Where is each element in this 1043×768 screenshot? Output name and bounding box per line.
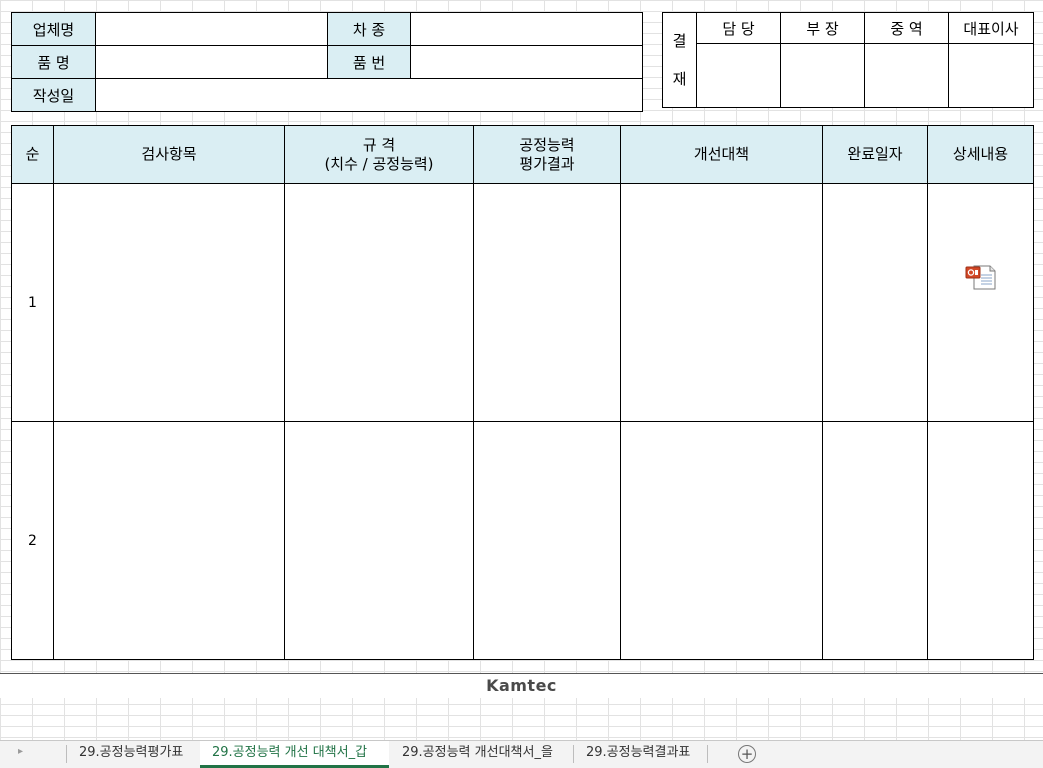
part-no-label: 품 번 [327,45,411,79]
brand-logo: Kamtec [486,676,557,695]
header-capability: 공정능력 평가결과 [473,125,621,184]
approval-label: 결 재 [662,12,697,108]
header-spec-line2: (치수 / 공정능력) [324,154,434,173]
approval-col-manager: 담 당 [696,12,781,44]
completion-date-cell[interactable] [822,421,928,660]
tab-divider [707,745,708,763]
row-number: 1 [11,183,54,422]
tab-countermeasure-eul[interactable]: 29.공정능력 개선대책서_을 [390,741,572,768]
tab-capability-results[interactable]: 29.공정능력결과표 [574,741,706,768]
details-cell[interactable] [927,421,1034,660]
approval-col-ceo: 대표이사 [948,12,1034,44]
sheet-tab-bar: ▸ 29.공정능력평가표 29.공정능력 개선 대책서_갑 29.공정능력 개선… [0,740,1043,768]
inspection-item-cell[interactable] [53,421,285,660]
header-capability-line2: 평가결과 [519,154,575,173]
car-type-cell[interactable] [410,12,643,46]
capability-cell[interactable] [473,421,621,660]
powerpoint-file-icon[interactable] [965,264,997,290]
header-inspection-item: 검사항목 [53,125,285,184]
spreadsheet-grid[interactable]: 업체명 차 종 품 명 품 번 작성일 결 재 담 당 부 장 중 역 대표이사… [0,0,1043,740]
tab-capability-evaluation[interactable]: 29.공정능력평가표 [67,741,200,768]
part-name-cell[interactable] [95,45,328,79]
footer-divider [0,673,1043,674]
triangle-right-icon[interactable]: ▸ [18,746,23,757]
completion-date-cell[interactable] [822,183,928,422]
company-cell[interactable] [95,12,328,46]
car-type-label: 차 종 [327,12,411,46]
signature-cell-executive[interactable] [864,43,949,108]
inspection-item-cell[interactable] [53,183,285,422]
tab-countermeasure-gap[interactable]: 29.공정능력 개선 대책서_갑 [200,741,389,768]
signature-cell-ceo[interactable] [948,43,1034,108]
row-number: 2 [11,421,54,660]
approval-table: 결 재 담 당 부 장 중 역 대표이사 [662,12,1034,108]
part-no-cell[interactable] [410,45,643,79]
header-countermeasure: 개선대책 [620,125,823,184]
main-table: 순 검사항목 규 격 (치수 / 공정능력) 공정능력 평가결과 개선대책 완료… [11,125,1034,660]
date-cell[interactable] [95,78,643,112]
spec-cell[interactable] [284,183,474,422]
countermeasure-cell[interactable] [620,421,823,660]
header-completion-date: 완료일자 [822,125,928,184]
table-row: 1 [11,183,1034,422]
info-table: 업체명 차 종 품 명 품 번 작성일 [11,12,643,112]
signature-cell-manager[interactable] [696,43,781,108]
table-row: 2 [11,421,1034,660]
approval-label-char-1: 결 [672,32,687,50]
company-label: 업체명 [11,12,96,46]
header-capability-line1: 공정능력 [519,135,575,154]
spec-cell[interactable] [284,421,474,660]
approval-col-executive: 중 역 [864,12,949,44]
countermeasure-cell[interactable] [620,183,823,422]
header-details: 상세내용 [927,125,1034,184]
capability-cell[interactable] [473,183,621,422]
signature-cell-dept-head[interactable] [780,43,865,108]
header-no: 순 [11,125,54,184]
approval-label-char-2: 재 [672,70,687,88]
approval-col-dept-head: 부 장 [780,12,865,44]
plus-circle-icon[interactable]: + [738,745,756,763]
details-cell[interactable] [927,183,1034,422]
date-label: 작성일 [11,78,96,112]
part-name-label: 품 명 [11,45,96,79]
header-spec-line1: 규 격 [362,135,396,154]
header-spec: 규 격 (치수 / 공정능력) [284,125,474,184]
